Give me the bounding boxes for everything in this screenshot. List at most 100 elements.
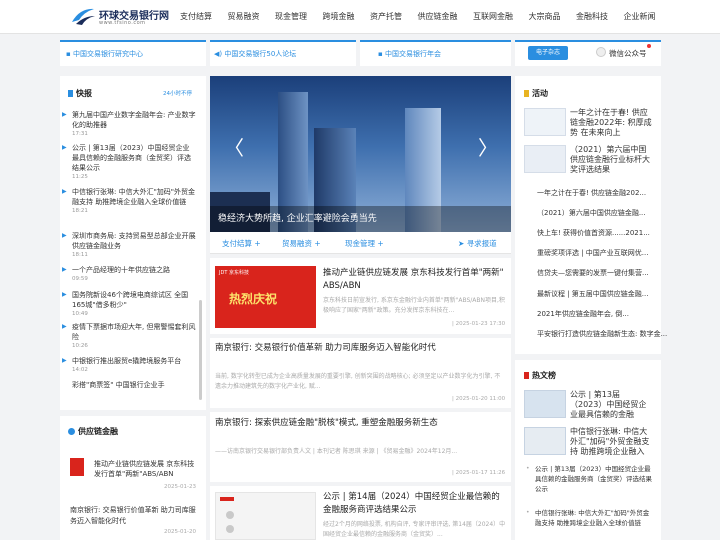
news-title[interactable]: 南京银行: 探索供应链金融"脱核"模式, 重塑金融服务新生态 [215,417,505,430]
activity-thumb[interactable] [524,108,566,136]
kuaibao-item-text: 疫情下票据市场迎大年, 但需警惕套利风险 [72,323,196,341]
kuaibao-item[interactable]: ▶ 中银银行推出服贸e撬跨境服务平台 14:02 [62,356,196,374]
kuaibao-item-time: 18:11 [72,252,88,258]
news-card[interactable]: 南京银行: 交易银行价值革新 助力司库服务迈入智能化时代 当前, 数字化转型已成… [210,338,511,408]
wechat-icon[interactable] [596,47,606,57]
kuaibao-item-text: 彩搭"商票签" 中国银行企业手 [72,381,165,389]
nav-item-commodity[interactable]: 大宗商品 [529,0,561,34]
nav-item-internet-finance[interactable]: 互联网金融 [473,0,513,34]
activity-list-text: 一年之计在于春! 供应链金融202... [537,189,647,197]
news-summary: 京东科技日前宣发行, 系京东金融行业内首单"两新"ABS/ABN项目,积极响应了… [323,297,505,314]
hot-list-item[interactable]: 中信银行张琳: 中信大外汇"加码"外贸金融支持 助推跨境企业融入全球价值链 [535,508,653,538]
kuaibao-more-link[interactable]: 24小时不停 [163,89,192,97]
topbar-item-research[interactable]: ▪ 中国交易银行研究中心 [66,49,143,59]
banner-caption[interactable]: 稳经济大势所趋, 企业汇率避险会勇当先 [210,206,511,232]
hot-title: 热文榜 [524,370,556,381]
news-title[interactable]: 南京银行: 交易银行价值革新 助力司库服务迈入智能化时代 [215,342,505,355]
plus-icon: + [377,239,384,248]
kuaibao-item[interactable]: ▶ 国务院新设46个跨境电商综试区 全国165城"借多粉少" 10:49 [62,290,196,318]
megaphone-icon: ◀) [214,50,223,58]
news-summary: 经过2个月的网络投票, 机构自评, 专家评审评选, 第14届（2024）中国经贸… [323,521,506,538]
tab-cash[interactable]: 现金管理 + [345,238,384,249]
nav-item-cross-border[interactable]: 跨境金融 [323,0,355,34]
kuaibao-item-time: 17:31 [72,131,88,137]
send-icon: ➤ [458,239,465,248]
activity-list-text: 信贷夫—您需要的发票一键付集营... [537,269,649,277]
plus-icon: + [254,239,261,248]
nav-item-fintech[interactable]: 金融科技 [576,0,608,34]
activity-list-item[interactable]: •快上车! 获得价值首资源......2021... [537,228,677,238]
news-title[interactable]: 推动产业链供应链发展 京东科技发行首单"两新" ABS/ABN [323,267,507,293]
activity-list-item[interactable]: •重磅奖项评选 | 中国产业互联网优... [537,248,677,258]
activity-list-item[interactable]: •一年之计在于春! 供应链金融202... [537,188,677,198]
hero-banner[interactable]: 〈 〉 稳经济大势所趋, 企业汇率避险会勇当先 [210,76,511,232]
ebook-button[interactable]: 电子杂志 [528,46,568,60]
thumb-logo-shape [220,497,234,501]
kuaibao-item[interactable]: ▶彩搭"商票签" 中国银行企业手 [72,380,196,390]
nav-item-trade-finance[interactable]: 贸易融资 [228,0,260,34]
bullet-icon: ▶ [62,232,67,239]
kuaibao-item[interactable]: ▶ 疫情下票据市场迎大年, 但需警惕套利风险 10:26 [62,322,196,350]
thumb-title: 热烈庆祝 [229,292,278,306]
news-summary: 当前, 数字化转型已成为企业高质量发展的重要引擎, 创新突围的战略核心; 必须坚… [215,373,501,390]
supply-item-text[interactable]: 推动产业链供应链发展 京东科技发行首单"两新"ABS/ABN [94,459,198,479]
activity-title-text: 活动 [532,89,548,98]
kuaibao-item-time: 18:21 [72,208,88,214]
main-nav: 支付结算 贸易融资 现金管理 跨境金融 资产托管 供应链金融 互联网金融 大宗商… [180,0,671,34]
hot-thumb[interactable] [524,427,566,455]
activity-list-item[interactable]: •平安银行打造供应链金融新生态: 数字金... [537,329,677,339]
kuaibao-item[interactable]: ▶ 中信银行张琳: 中信大外汇"加码"外贸金融支持 助推跨境企业融入全球价值链 18… [62,187,196,215]
activity-featured-text[interactable]: （2021）第六届中国供应链金融行业标杆大奖评选结果 [570,145,652,175]
kuaibao-scrollbar[interactable] [199,300,202,400]
nav-item-cash[interactable]: 现金管理 [275,0,307,34]
activity-list-text: 平安银行打造供应链金融新生态: 数字金... [537,330,668,338]
activity-thumb[interactable] [524,145,566,173]
topbar-item-forum[interactable]: ◀) 中国交易银行50人论坛 [214,49,296,59]
chevron-left-icon[interactable]: 〈 [224,132,244,161]
kuaibao-item[interactable]: ▶ 一个产品经理的十年供应链之路 09:59 [62,265,196,283]
activity-list-item[interactable]: •2021年供应链金融年会, 倒... [537,309,677,319]
kuaibao-item[interactable]: ▶ 第九届中国产业数字金融年会: 产业数字化的助推器 17:31 [62,110,196,138]
hot-featured-text[interactable]: 公示 | 第13届（2023）中国经贸企业最具信赖的金融 [570,390,652,420]
news-summary: ——访南京银行交易银行部负责人文 | 本刊记者 陈思琪 来源 | 《贸易金融》2… [215,448,458,455]
kuaibao-item-time: 10:26 [72,343,88,349]
activity-list-text: 最新议程 | 第五届中国供应链金融... [537,290,649,298]
tab-label: 支付结算 [222,239,252,248]
news-card[interactable]: 南京银行: 探索供应链金融"脱核"模式, 重塑金融服务新生态 ——访南京银行交易… [210,412,511,482]
activity-list-item[interactable]: •最新议程 | 第五届中国供应链金融... [537,289,677,299]
fire-icon [524,372,529,379]
supply-title: 供应链金融 [68,426,118,437]
tab-trade-finance[interactable]: 贸易融资 + [282,238,321,249]
hot-thumb[interactable] [524,390,566,418]
bullet-icon: ▶ [62,144,67,151]
kuaibao-item-text: 公示 | 第13届（2023）中国经贸企业最具信赖的金融服务商（金贸奖）评选结果… [72,144,191,172]
kuaibao-title-text: 快报 [76,89,92,98]
supply-item-text[interactable]: 南京银行: 交易银行价值革新 助力司库服务迈入智能化时代 [70,505,198,527]
activity-featured-text[interactable]: 一年之计在于春! 供应链金融2022年: 积厚成势 在未来向上 [570,108,652,138]
supply-thumb[interactable] [70,458,84,476]
news-title[interactable]: 公示 | 第14届（2024）中国经贸企业最信赖的金融服务商评选结果公示 [323,491,507,517]
category-tabs: 支付结算 + 贸易融资 + 现金管理 + ➤ 寻求报道 [210,232,511,254]
plus-icon: + [314,239,321,248]
hot-list-item[interactable]: 公示 | 第13届（2023）中国经贸企业最具信赖的金融服务商（金贸奖）评选结果… [535,464,653,494]
nav-item-supply-chain[interactable]: 供应链金融 [418,0,458,34]
activity-list-item[interactable]: •信贷夫—您需要的发票一键付集营... [537,268,677,278]
tab-payment[interactable]: 支付结算 + [222,238,261,249]
logo-icon[interactable] [70,6,96,26]
topbar-item-annual[interactable]: ▪ 中国交易银行年会 [378,49,441,59]
kuaibao-item[interactable]: ▶ 公示 | 第13届（2023）中国经贸企业最具信赖的金融服务商（金贸奖）评选结… [62,143,196,181]
request-report-link[interactable]: ➤ 寻求报道 [458,238,497,249]
kuaibao-item-text: 中信银行张琳: 中信大外汇"加码"外贸金融支持 助推跨境企业融入全球价值链 [72,188,196,206]
news-card[interactable]: JDT 京东科技 热烈庆祝 推动产业链供应链发展 京东科技发行首单"两新" AB… [210,258,511,334]
nav-item-company-news[interactable]: 企业新闻 [624,0,656,34]
hot-featured-text[interactable]: 中信银行张琳: 中信大外汇"加码"外贸金融支持 助推跨境企业融入全球价 [570,427,652,457]
activity-list-text: （2021）第六届中国供应链金融... [537,209,646,217]
kuaibao-item[interactable]: ▶ 深圳市商务局: 支持贸易型总部企业开展供应链金融业务 18:11 [62,231,196,259]
activity-list-item[interactable]: •（2021）第六届中国供应链金融... [537,208,677,218]
chevron-right-icon[interactable]: 〉 [478,132,498,161]
news-card[interactable]: 公示 | 第14届（2024）中国经贸企业最信赖的金融服务商评选结果公示 经过2… [210,486,511,540]
nav-item-payment[interactable]: 支付结算 [180,0,212,34]
nav-item-custody[interactable]: 资产托管 [370,0,402,34]
wechat-label[interactable]: 微信公众号 [609,48,647,59]
thumb-brand: JDT 京东科技 [219,270,249,276]
